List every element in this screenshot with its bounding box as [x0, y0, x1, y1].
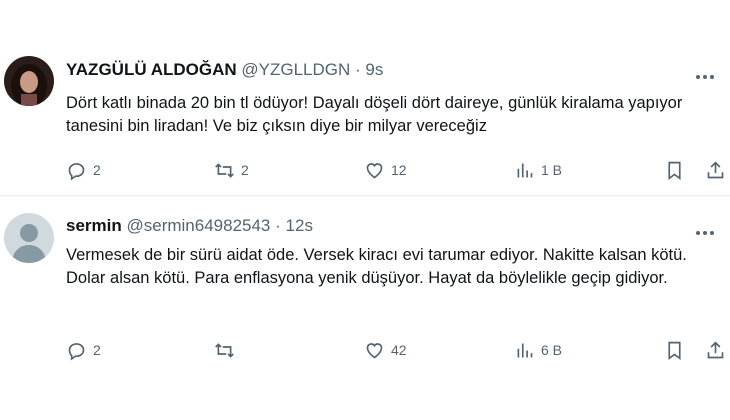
reply-icon	[68, 162, 85, 180]
like-count: 42	[391, 342, 407, 358]
view-count: 6 B	[541, 342, 563, 358]
tweet-text: Vermesek de bir sürü aidat öde. Versek k…	[66, 246, 687, 287]
heart-icon	[366, 342, 383, 358]
profile-photo-icon	[4, 56, 54, 106]
retweet-button[interactable]: 2	[214, 158, 249, 182]
reply-button[interactable]: 2	[66, 338, 101, 362]
bookmark-icon	[668, 341, 681, 360]
bookmark-button[interactable]	[664, 158, 685, 182]
share-icon	[707, 160, 724, 178]
tweet-header: YAZGÜLÜ ALDOĞAN @YZGLLDGN · 9s	[66, 60, 383, 80]
timestamp[interactable]: 9s	[365, 60, 383, 79]
action-bar: 2 2 12 1 B	[66, 158, 726, 182]
views-button[interactable]: 1 B	[514, 158, 562, 182]
retweet-count: 2	[241, 162, 249, 178]
avatar[interactable]	[4, 213, 54, 263]
retweet-button[interactable]	[214, 338, 241, 362]
reply-button[interactable]: 2	[66, 158, 101, 182]
timestamp[interactable]: 12s	[286, 216, 313, 235]
share-icon	[707, 340, 724, 358]
reply-count: 2	[93, 342, 101, 358]
share-button[interactable]	[705, 338, 726, 362]
more-options-icon[interactable]	[696, 222, 718, 235]
bookmark-icon	[668, 161, 681, 180]
views-button[interactable]: 6 B	[514, 338, 562, 362]
author-handle[interactable]: @YZGLLDGN	[241, 60, 350, 79]
bookmark-button[interactable]	[664, 338, 685, 362]
view-count: 1 B	[541, 162, 563, 178]
more-options-icon[interactable]	[696, 66, 718, 79]
separator-dot: ·	[275, 216, 281, 235]
like-button[interactable]: 42	[364, 338, 407, 362]
retweet-icon	[215, 162, 234, 178]
reply-icon	[68, 342, 85, 360]
author-name[interactable]: YAZGÜLÜ ALDOĞAN	[66, 60, 237, 79]
share-button[interactable]	[705, 158, 726, 182]
tweet-header: sermin @sermin64982543 · 12s	[66, 216, 313, 236]
tweet[interactable]: YAZGÜLÜ ALDOĞAN @YZGLLDGN · 9s Dört katl…	[0, 34, 730, 194]
views-chart-icon	[517, 343, 533, 357]
reply-count: 2	[93, 162, 101, 178]
author-name[interactable]: sermin	[66, 216, 122, 235]
separator-dot: ·	[355, 60, 361, 79]
like-button[interactable]: 12	[364, 158, 407, 182]
tweet[interactable]: sermin @sermin64982543 · 12s Vermesek de…	[0, 198, 730, 373]
views-chart-icon	[517, 163, 533, 177]
tweet-text: Dört katlı binada 20 bin tl ödüyor! Daya…	[66, 94, 683, 135]
action-bar: 2 42 6 B	[66, 338, 726, 362]
author-handle[interactable]: @sermin64982543	[126, 216, 270, 235]
like-count: 12	[391, 162, 407, 178]
tweet-divider	[0, 195, 730, 196]
avatar[interactable]	[4, 56, 54, 106]
retweet-icon	[215, 342, 234, 358]
default-avatar-icon	[4, 213, 54, 263]
heart-icon	[366, 162, 383, 178]
